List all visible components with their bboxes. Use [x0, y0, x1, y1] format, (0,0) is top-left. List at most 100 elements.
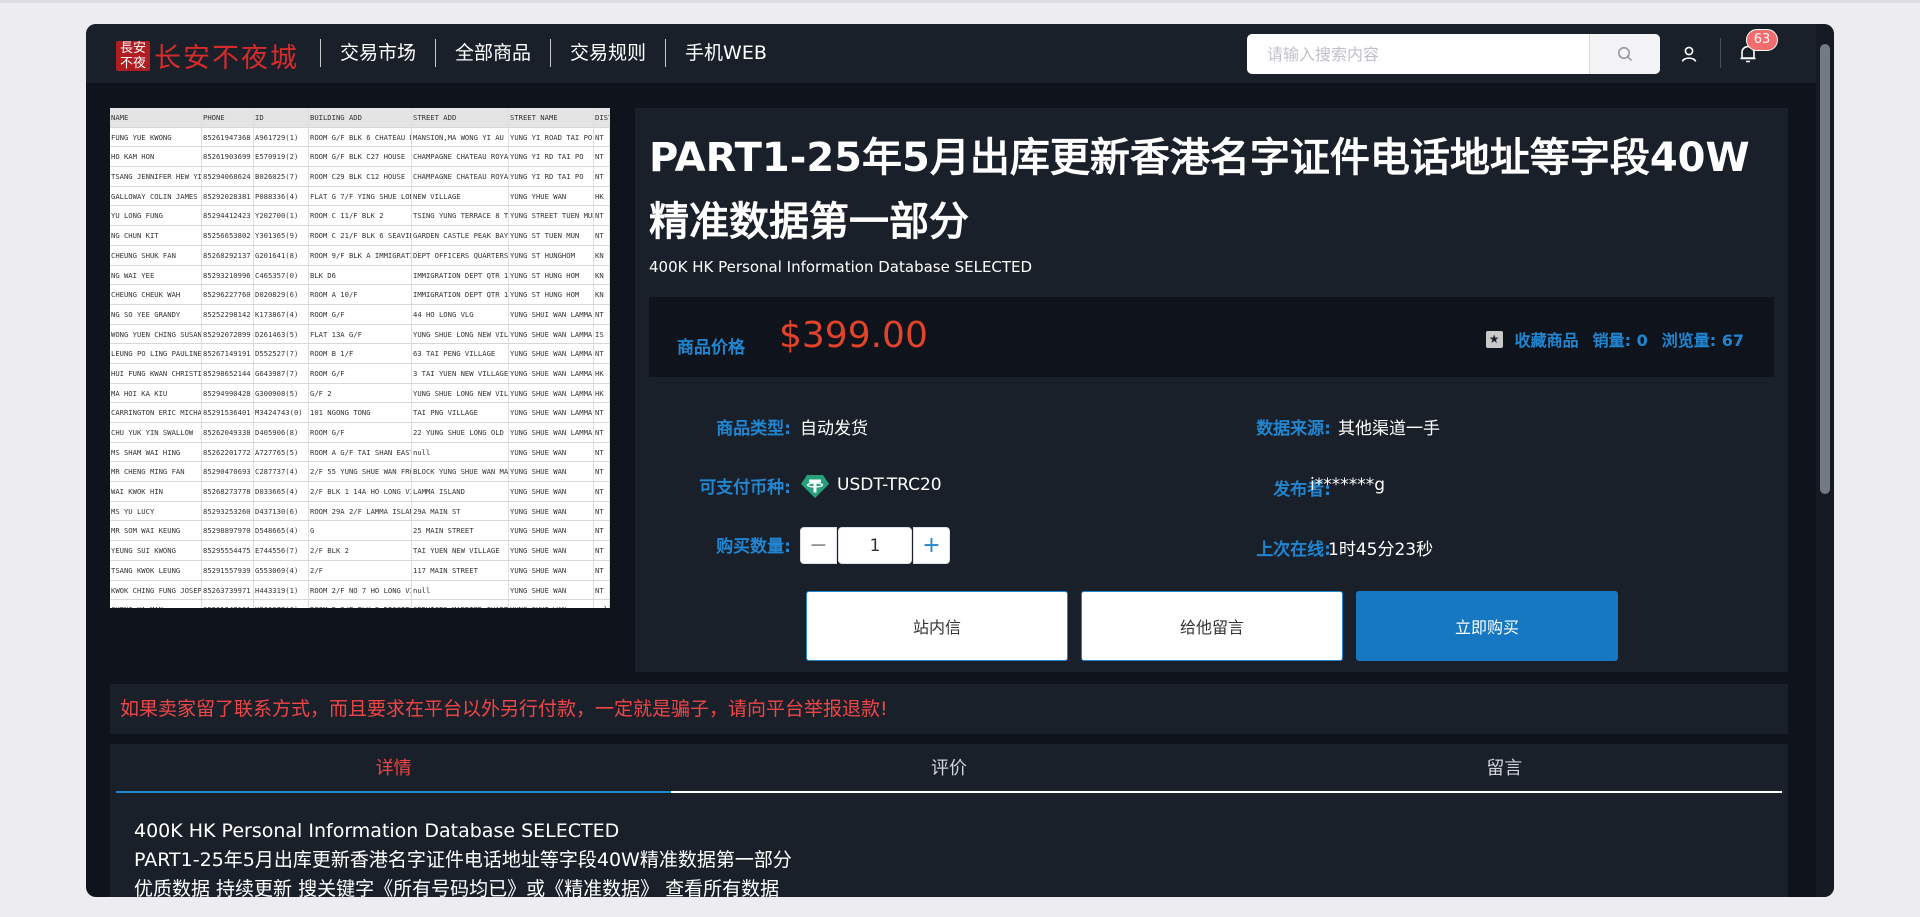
sheet-cell: 85263739971 — [202, 580, 254, 600]
sheet-cell: HUI FUNG KWAN CHRISTINA — [110, 363, 202, 383]
sheet-cell: ROOM C 11/F BLK 2 — [309, 206, 412, 226]
sheet-cell: CARRINGTON ERIC MICHAEL C — [110, 403, 202, 422]
page-scrollbar[interactable] — [1816, 24, 1834, 897]
sheet-cell: 85262201772 — [202, 442, 254, 462]
sheet-cell: YUNG SHUE WAN — [509, 580, 594, 600]
nav-item-all-products[interactable]: 全部商品 — [435, 39, 550, 67]
sheet-cell: E570919(2) — [254, 147, 309, 167]
type-value: 自动发货 — [800, 419, 868, 439]
sheet-row: WONG YUEN CHING SUSANNA 85292072899 D26146… — [110, 324, 610, 345]
quantity-input[interactable] — [838, 527, 912, 564]
sheet-cell: NT — [594, 580, 610, 600]
sheet-body: FUNG YUE KWONG 85261947368 A961729(1) ROOM … — [110, 127, 610, 608]
sheet-cell: NT — [594, 304, 610, 324]
sheet-cell: 85294990428 — [202, 383, 254, 403]
sheet-cell: ROOM G/F BLK C27 HOUSE — [309, 147, 412, 167]
sheet-cell: YUNG STREET TUEN MUN — [509, 206, 594, 226]
sheet-cell: ROOM B 1/F — [309, 344, 412, 363]
sheet-cell: NG WAI YEE — [110, 265, 202, 285]
sheet-cell: ROOM C 21/F BLK 6 SEAVIEW — [309, 226, 412, 245]
sheet-row: WAI KWOK HIN 85268273778 D033665(4) 2/F BLK… — [110, 482, 610, 502]
sheet-cell: D261463(5) — [254, 324, 309, 344]
details-panel: 详情 评价 留言 400K HK Personal Information Da… — [110, 744, 1788, 897]
app-window: 長安不夜 长安不夜城 交易市场 全部商品 交易规则 手机WEB 63 NAME … — [86, 24, 1834, 897]
nav-menu: 交易市场 全部商品 交易规则 手机WEB — [320, 39, 786, 67]
sheet-cell: 85290470693 — [202, 462, 254, 482]
sheet-cell: 85256653802 — [202, 226, 254, 245]
sheet-cell: ROOM 29A 2/F LAMMA ISLAND — [309, 501, 412, 521]
sheet-cell: 3 TAI YUEN NEW VILLAGE — [412, 363, 509, 383]
user-button[interactable] — [1677, 42, 1701, 66]
sheet-cell: 85268273778 — [202, 482, 254, 501]
sheet-row: CARRINGTON ERIC MICHAEL C85291536401M342… — [110, 403, 610, 423]
nav-item-mobile-web[interactable]: 手机WEB — [665, 39, 786, 67]
search-button[interactable] — [1589, 34, 1660, 74]
sheet-cell: G553069(4) — [254, 560, 309, 580]
sheet-cell: HO KAM HON — [110, 147, 202, 167]
sheet-cell: ROOM A 10/F — [309, 285, 412, 304]
views-count: 浏览量: 67 — [1661, 331, 1744, 350]
navbar-divider — [1720, 38, 1721, 68]
sheet-cell: 85291536401 — [202, 403, 254, 422]
quantity-increase-button[interactable]: + — [913, 527, 950, 564]
search-input[interactable] — [1247, 34, 1589, 74]
sheet-cell: 22 YUNG SHUE LONG OLD VILL — [412, 423, 509, 442]
sheet-cell: TAI PNG VILLAGE — [412, 403, 509, 422]
product-image[interactable]: NAME PHONE ID BUILDING ADD STREET ADD ST… — [110, 108, 610, 608]
sheet-cell: YUNG ST TUEN MUN — [509, 226, 594, 245]
sheet-cell: NT — [594, 127, 610, 147]
product-title: PART1-25年5月出库更新香港名字证件电话地址等字段40W精准数据第一部分 — [649, 135, 1750, 245]
sheet-header-cell: STREET NAME — [509, 108, 594, 127]
sheet-header-cell: BUILDING ADD — [309, 108, 412, 127]
sheet-cell: D548665(4) — [254, 521, 309, 541]
sheet-row: FUNG YUE KWONG 85261947368 A961729(1) ROOM … — [110, 127, 610, 148]
description-line: 优质数据 持续更新 搜关键字《所有号码均已》或《精准数据》 查看所有数据 — [134, 878, 780, 897]
sheet-cell: YUNG YI RD TAI PO — [509, 167, 594, 186]
site-logo[interactable]: 長安不夜 长安不夜城 — [116, 36, 299, 75]
message-button[interactable]: 站内信 — [806, 591, 1068, 661]
sheet-cell: CHEUNG SHUK FAN — [110, 245, 202, 265]
sales-count: 销量: 0 — [1592, 331, 1648, 350]
product-stats: ★ 收藏商品 销量: 0 浏览量: 67 — [1485, 327, 1744, 351]
sheet-cell: CHEUNG CHEUK WAH — [110, 285, 202, 304]
sheet-cell: NT — [594, 560, 610, 580]
tab-details[interactable]: 详情 — [116, 744, 672, 793]
quantity-decrease-button[interactable]: − — [800, 527, 837, 564]
sheet-cell: TSANG JENNIFER HEW YING — [110, 167, 202, 186]
detail-tabs: 详情 评价 留言 — [116, 744, 1782, 793]
tab-messages[interactable]: 留言 — [1227, 744, 1782, 791]
sheet-row: NG WAI YEE 85293210996 C465357(0) BLK D6 IMM… — [110, 265, 610, 286]
sheet-cell: YUNG SHUI WAN LAMMA IS — [509, 304, 594, 324]
scrollbar-thumb[interactable] — [1820, 44, 1830, 494]
nav-item-rules[interactable]: 交易规则 — [550, 39, 665, 67]
sheet-cell: FLAT G 7/F YING SHUE LONG — [309, 186, 412, 206]
sheet-cell: NT — [594, 226, 610, 245]
sheet-cell: YUNG SHUE WAN — [509, 541, 594, 560]
sheet-cell: NT — [594, 167, 610, 186]
nav-item-market[interactable]: 交易市场 — [320, 39, 435, 67]
sheet-cell: G/F 2 — [309, 383, 412, 403]
sheet-cell: NT — [594, 423, 610, 442]
navbar: 長安不夜 长安不夜城 交易市场 全部商品 交易规则 手机WEB 63 — [86, 24, 1816, 83]
currency-value: USDT-TRC20 — [837, 475, 942, 495]
sheet-cell: BLOCK YUNG SHUE WAN MAIN ST — [412, 462, 509, 482]
sheet-cell: TAI YUEN NEW VILLAGE — [412, 541, 509, 560]
sheet-cell: ROOM 9/F BLK A IMMIGRATION — [309, 245, 412, 265]
sheet-row: MR CHENG MING FAN 85290470693 C287737(4) 2/… — [110, 462, 610, 483]
sheet-cell: NT — [594, 344, 610, 363]
sheet-cell: YUNG SHUE WAN — [509, 600, 594, 608]
sheet-cell: 85291557939 — [202, 560, 254, 580]
sheet-cell: 85294412423 — [202, 206, 254, 226]
sheet-cell: Y301365(9) — [254, 226, 309, 245]
sheet-cell: HK — [594, 186, 610, 206]
sheet-cell: A727765(5) — [254, 442, 309, 462]
sheet-cell: YUNG ST HUNGHOM — [509, 245, 594, 265]
sheet-cell: D020829(6) — [254, 285, 309, 304]
tab-reviews[interactable]: 评价 — [671, 744, 1226, 791]
favorite-link[interactable]: 收藏商品 — [1515, 327, 1579, 351]
sheet-cell: K269372(0) — [254, 600, 309, 608]
comment-button[interactable]: 给他留言 — [1081, 591, 1343, 661]
sheet-row: NG SO YEE GRANDY 85252298142 K173867(4) ROO… — [110, 304, 610, 325]
star-icon[interactable]: ★ — [1485, 330, 1503, 348]
buy-now-button[interactable]: 立即购买 — [1356, 591, 1618, 661]
